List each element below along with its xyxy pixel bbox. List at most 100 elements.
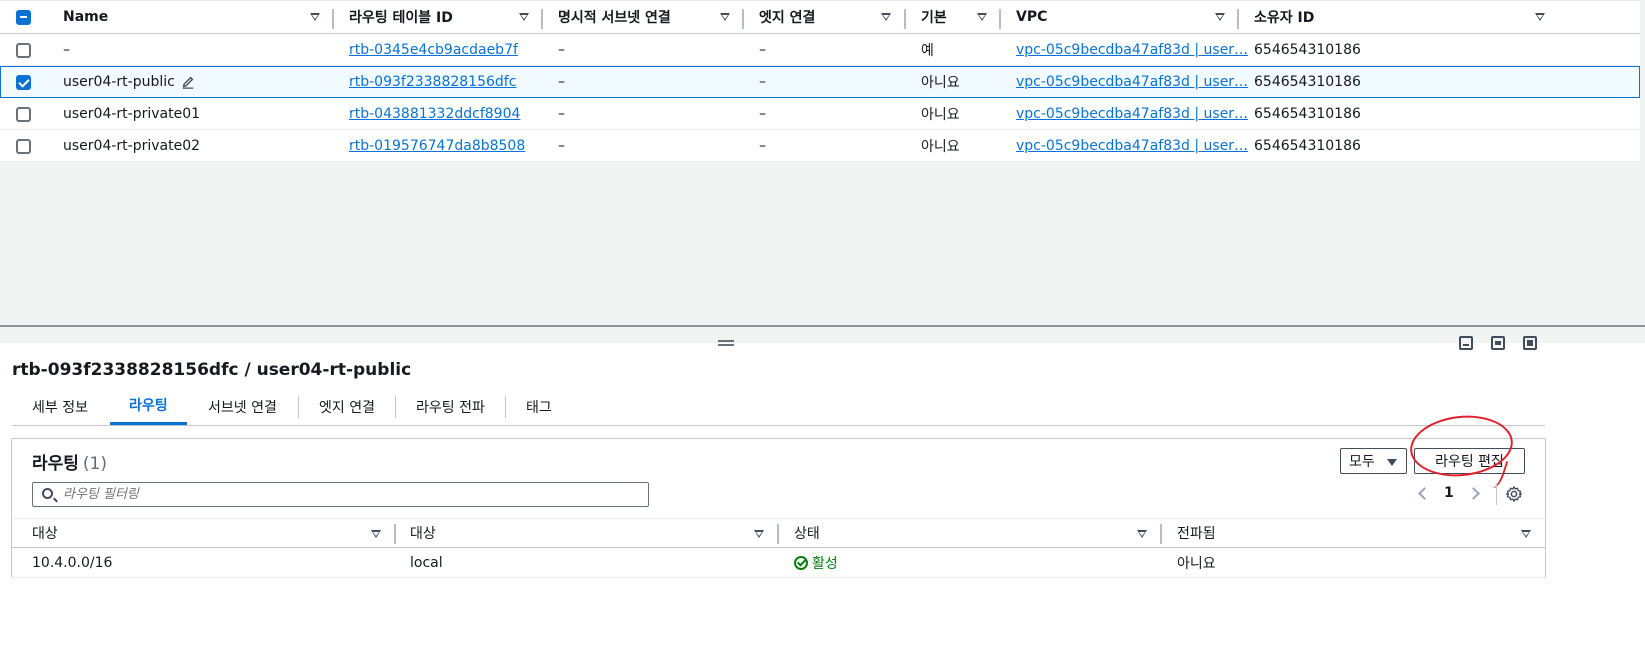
sort-caret-icon[interactable] bbox=[754, 530, 764, 538]
tab-divider bbox=[298, 396, 299, 418]
row-edge: – bbox=[759, 41, 766, 58]
vpc-link[interactable]: vpc-05c9becdba47af83d | user… bbox=[1016, 106, 1248, 122]
drag-handle-icon[interactable] bbox=[718, 340, 734, 346]
column-divider[interactable] bbox=[999, 9, 1001, 29]
sort-caret-icon[interactable] bbox=[1137, 530, 1147, 538]
column-divider[interactable] bbox=[777, 524, 779, 544]
tab-details[interactable]: 세부 정보 bbox=[32, 388, 88, 425]
row-edge: – bbox=[759, 137, 766, 154]
chevron-right-icon[interactable] bbox=[1467, 487, 1480, 500]
detail-title: rtb-093f2338828156dfc / user04-rt-public bbox=[12, 360, 412, 380]
row-checkbox[interactable] bbox=[16, 43, 31, 58]
split-bottom-icon[interactable] bbox=[1459, 336, 1473, 350]
sort-caret-icon[interactable] bbox=[720, 13, 730, 21]
column-header-rtb-id[interactable]: 라우팅 테이블 ID bbox=[349, 1, 453, 33]
vpc-link[interactable]: vpc-05c9becdba47af83d | user… bbox=[1016, 138, 1248, 154]
sort-caret-icon[interactable] bbox=[1521, 530, 1531, 538]
row-name: user04-rt-public bbox=[63, 67, 195, 97]
tab-routes[interactable]: 라우팅 bbox=[110, 388, 187, 425]
column-divider[interactable] bbox=[332, 9, 334, 29]
sort-caret-icon[interactable] bbox=[310, 13, 320, 21]
column-header-status[interactable]: 상태 bbox=[794, 519, 820, 547]
column-header-name[interactable]: Name bbox=[63, 1, 108, 33]
row-subnet: – bbox=[558, 74, 565, 90]
row-checkbox[interactable] bbox=[16, 139, 31, 154]
row-main: 아니요 bbox=[921, 106, 960, 123]
row-main: 아니요 bbox=[921, 138, 960, 155]
column-header-owner[interactable]: 소유자 ID bbox=[1254, 1, 1314, 33]
row-name-text: user04-rt-public bbox=[63, 74, 175, 90]
route-status-text: 활성 bbox=[812, 555, 838, 572]
status-success-icon bbox=[794, 555, 808, 570]
table-row[interactable]: user04-rt-private02 rtb-019576747da8b850… bbox=[0, 130, 1640, 162]
table-row[interactable]: user04-rt-public rtb-093f2338828156dfc –… bbox=[0, 66, 1640, 98]
routes-table: 대상 대상 상태 전파됨 10.4.0.0/16 local 활성 아니요 bbox=[12, 518, 1545, 578]
sort-caret-icon[interactable] bbox=[977, 13, 987, 21]
route-tables-table: Name 라우팅 테이블 ID 명시적 서브넷 연결 엣지 연결 기본 VPC … bbox=[0, 0, 1640, 162]
vpc-link[interactable]: vpc-05c9becdba47af83d | user… bbox=[1016, 74, 1248, 90]
split-middle-icon[interactable] bbox=[1491, 336, 1505, 350]
rtb-id-link[interactable]: rtb-093f2338828156dfc bbox=[349, 74, 516, 90]
column-divider[interactable] bbox=[742, 9, 744, 29]
tab-subnet-associations[interactable]: 서브넷 연결 bbox=[208, 388, 277, 425]
row-subnet: – bbox=[558, 137, 565, 154]
rtb-id-link[interactable]: rtb-0345e4cb9acdaeb7f bbox=[349, 42, 518, 58]
column-divider[interactable] bbox=[904, 9, 906, 29]
vpc-link[interactable]: vpc-05c9becdba47af83d | user… bbox=[1016, 42, 1248, 58]
rtb-id-link[interactable]: rtb-043881332ddcf8904 bbox=[349, 106, 520, 122]
row-subnet: – bbox=[558, 105, 565, 122]
table-header: Name 라우팅 테이블 ID 명시적 서브넷 연결 엣지 연결 기본 VPC … bbox=[0, 0, 1640, 34]
column-header-subnet[interactable]: 명시적 서브넷 연결 bbox=[558, 1, 671, 33]
row-owner: 654654310186 bbox=[1254, 137, 1361, 154]
tab-tags[interactable]: 태그 bbox=[526, 388, 552, 425]
sort-caret-icon[interactable] bbox=[1535, 13, 1545, 21]
split-full-icon[interactable] bbox=[1523, 336, 1537, 350]
column-divider[interactable] bbox=[541, 9, 543, 29]
rtb-id-link[interactable]: rtb-019576747da8b8508 bbox=[349, 138, 525, 154]
select-all-checkbox[interactable] bbox=[16, 10, 31, 25]
page-number[interactable]: 1 bbox=[1444, 485, 1454, 501]
row-edge: – bbox=[759, 105, 766, 122]
table-row[interactable]: user04-rt-private01 rtb-043881332ddcf890… bbox=[0, 98, 1640, 130]
pager-divider bbox=[1496, 483, 1497, 505]
sort-caret-icon[interactable] bbox=[881, 13, 891, 21]
tab-divider bbox=[395, 396, 396, 418]
column-divider[interactable] bbox=[1237, 9, 1239, 29]
row-checkbox[interactable] bbox=[16, 107, 31, 122]
route-filter-input[interactable] bbox=[63, 485, 633, 504]
column-header-edge[interactable]: 엣지 연결 bbox=[759, 1, 815, 33]
row-name: – bbox=[63, 41, 70, 58]
gear-icon[interactable] bbox=[1505, 485, 1523, 503]
route-destination: 10.4.0.0/16 bbox=[32, 554, 113, 571]
row-name: user04-rt-private01 bbox=[63, 105, 201, 122]
column-header-propagated[interactable]: 전파됨 bbox=[1177, 519, 1216, 547]
split-panel-divider[interactable] bbox=[0, 325, 1645, 327]
column-divider[interactable] bbox=[1160, 524, 1162, 544]
routes-count: (1) bbox=[82, 454, 108, 474]
caret-down-icon bbox=[1387, 459, 1397, 466]
row-owner: 654654310186 bbox=[1254, 41, 1361, 58]
column-header-vpc[interactable]: VPC bbox=[1016, 1, 1047, 33]
tab-divider bbox=[505, 396, 506, 418]
route-filter-dropdown[interactable]: 모두 bbox=[1340, 448, 1407, 474]
sort-caret-icon[interactable] bbox=[519, 13, 529, 21]
routes-panel-title: 라우팅 (1) bbox=[32, 449, 107, 474]
column-header-main[interactable]: 기본 bbox=[921, 1, 947, 33]
row-checkbox[interactable] bbox=[16, 75, 31, 90]
tab-route-propagation[interactable]: 라우팅 전파 bbox=[416, 388, 485, 425]
row-main: 아니요 bbox=[921, 75, 960, 91]
table-row: 10.4.0.0/16 local 활성 아니요 bbox=[12, 548, 1545, 578]
column-header-destination[interactable]: 대상 bbox=[32, 519, 58, 547]
tab-edge-associations[interactable]: 엣지 연결 bbox=[319, 388, 375, 425]
sort-caret-icon[interactable] bbox=[1215, 13, 1225, 21]
routes-title-text: 라우팅 bbox=[32, 454, 79, 474]
sort-caret-icon[interactable] bbox=[371, 530, 381, 538]
column-header-target[interactable]: 대상 bbox=[410, 519, 436, 547]
row-owner: 654654310186 bbox=[1254, 105, 1361, 122]
table-row[interactable]: – rtb-0345e4cb9acdaeb7f – – 예 vpc-05c9be… bbox=[0, 34, 1640, 66]
chevron-left-icon[interactable] bbox=[1418, 487, 1431, 500]
row-edge: – bbox=[759, 74, 766, 90]
route-filter-field[interactable] bbox=[32, 482, 649, 507]
pencil-icon[interactable] bbox=[181, 75, 195, 89]
column-divider[interactable] bbox=[394, 524, 396, 544]
